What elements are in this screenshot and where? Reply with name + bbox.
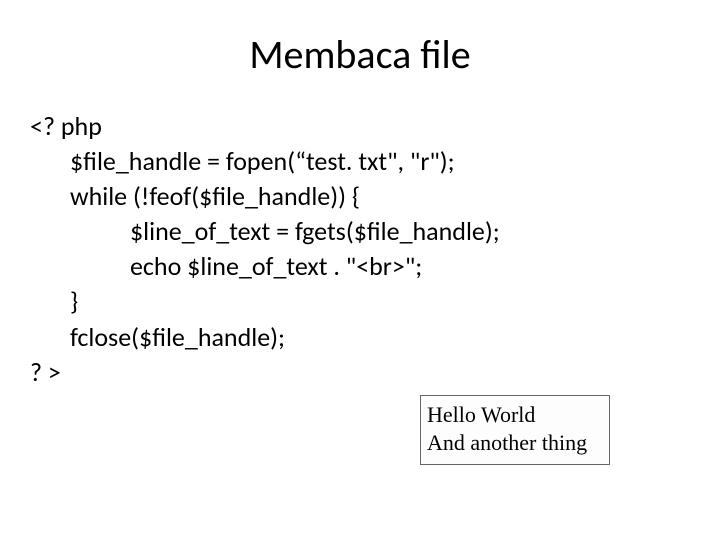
code-line: } — [30, 284, 690, 319]
output-box: Hello World And another thing — [420, 395, 610, 465]
code-line: ? > — [30, 355, 690, 390]
output-line: Hello World — [427, 401, 599, 429]
code-line: <? php — [30, 109, 690, 144]
code-block: <? php $file_handle = fopen(“test. txt",… — [30, 109, 690, 390]
code-line: fclose($file_handle); — [30, 320, 690, 355]
code-line: echo $line_of_text . "<br>"; — [30, 249, 690, 284]
code-line: $file_handle = fopen(“test. txt", "r"); — [30, 144, 690, 179]
code-line: $line_of_text = fgets($file_handle); — [30, 214, 690, 249]
output-line: And another thing — [427, 429, 599, 457]
code-line: while (!feof($file_handle)) { — [30, 179, 690, 214]
slide-title: Membaca file — [30, 30, 690, 79]
slide: Membaca file <? php $file_handle = fopen… — [0, 0, 720, 540]
